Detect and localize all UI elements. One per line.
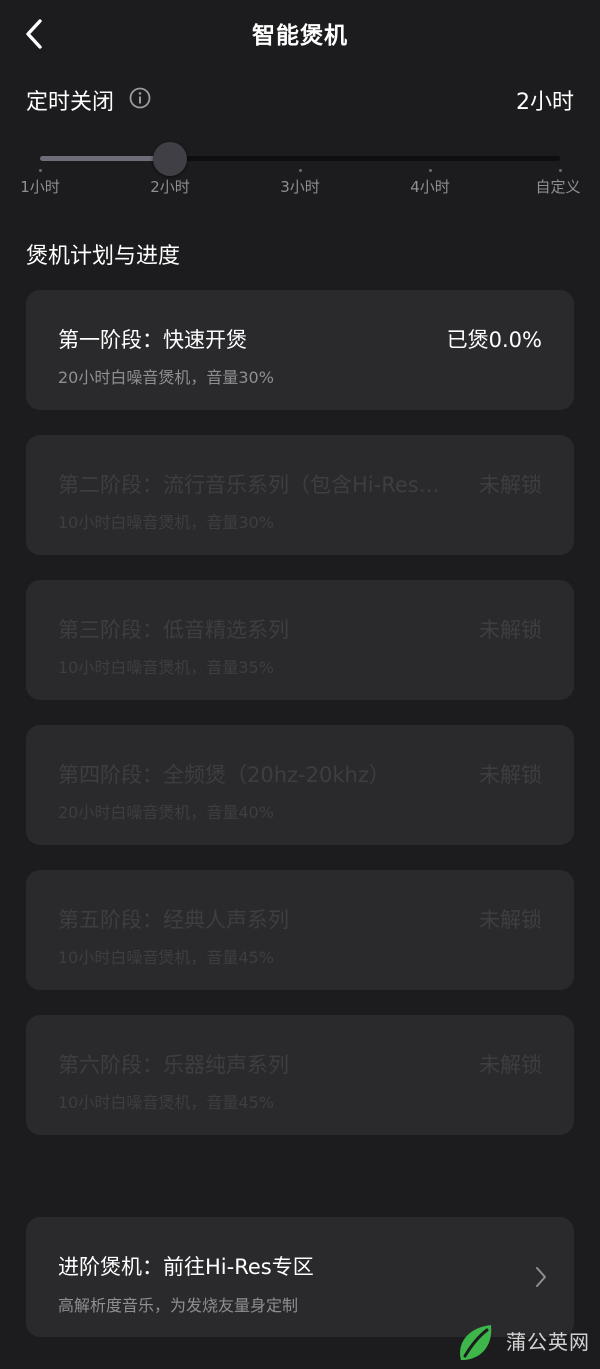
watermark: 蒲公英网 (450, 1316, 600, 1369)
stage-description: 20小时白噪音煲机，音量40% (58, 803, 274, 822)
stage-status: 未解锁 (479, 618, 542, 642)
stage-card: 第二阶段：流行音乐系列（包含Hi-Res… 未解锁 10小时白噪音煲机，音量30% (26, 435, 574, 555)
stage-card: 第三阶段：低音精选系列 未解锁 10小时白噪音煲机，音量35% (26, 580, 574, 700)
stage-description: 20小时白噪音煲机，音量30% (58, 368, 274, 387)
promo-subtitle: 高解析度音乐，为发烧友量身定制 (58, 1296, 299, 1315)
promo-title: 进阶煲机：前往Hi-Res专区 (58, 1255, 314, 1279)
page-title: 智能煲机 (252, 23, 348, 49)
top-bar: 智能煲机 (0, 0, 600, 70)
stage-title: 第三阶段：低音精选系列 (58, 618, 289, 642)
slider-tick-dot (558, 169, 562, 172)
slider-tick-label[interactable]: 自定义 (535, 176, 580, 197)
slider-tick-label[interactable]: 3小时 (280, 176, 320, 197)
stage-title: 第四阶段：全频煲（20hz-20khz） (58, 763, 390, 787)
stage-title: 第五阶段：经典人声系列 (58, 908, 289, 932)
slider-tick-label[interactable]: 2小时 (150, 176, 190, 197)
section-title: 煲机计划与进度 (26, 244, 181, 269)
slider-tick-label[interactable]: 4小时 (410, 176, 450, 197)
timer-row: 定时关闭 2小时 (26, 82, 574, 115)
stage-description: 10小时白噪音煲机，音量45% (58, 948, 274, 967)
watermark-text: 蒲公英网 (506, 1330, 590, 1354)
chevron-right-icon (536, 1267, 546, 1287)
timer-slider[interactable] (38, 142, 562, 176)
timer-label: 定时关闭 (26, 90, 115, 115)
stage-title: 第六阶段：乐器纯声系列 (58, 1053, 289, 1077)
timer-value: 2小时 (516, 90, 574, 115)
stage-title: 第一阶段：快速开煲 (58, 328, 247, 352)
stage-status: 未解锁 (479, 473, 542, 497)
slider-tick-dot (38, 169, 42, 172)
stage-status: 未解锁 (479, 1053, 542, 1077)
stage-card: 第五阶段：经典人声系列 未解锁 10小时白噪音煲机，音量45% (26, 870, 574, 990)
stage-card[interactable]: 第一阶段：快速开煲 已煲0.0% 20小时白噪音煲机，音量30% (26, 290, 574, 410)
stage-description: 10小时白噪音煲机，音量35% (58, 658, 274, 677)
slider-tick-dot (298, 169, 302, 172)
stage-card: 第六阶段：乐器纯声系列 未解锁 10小时白噪音煲机，音量45% (26, 1015, 574, 1135)
stage-description: 10小时白噪音煲机，音量30% (58, 513, 274, 532)
slider-tick-dot (428, 169, 432, 172)
slider-fill (40, 156, 170, 161)
stage-card: 第四阶段：全频煲（20hz-20khz） 未解锁 20小时白噪音煲机，音量40% (26, 725, 574, 845)
slider-thumb[interactable] (153, 142, 187, 176)
info-icon[interactable] (128, 86, 152, 110)
leaf-logo-icon (460, 1325, 492, 1360)
stage-description: 10小时白噪音煲机，音量45% (58, 1093, 274, 1112)
stage-title: 第二阶段：流行音乐系列（包含Hi-Res… (58, 473, 440, 497)
stage-status: 已煲0.0% (446, 328, 542, 352)
stage-status: 未解锁 (479, 908, 542, 932)
slider-tick-label[interactable]: 1小时 (20, 176, 60, 197)
stage-status: 未解锁 (479, 763, 542, 787)
